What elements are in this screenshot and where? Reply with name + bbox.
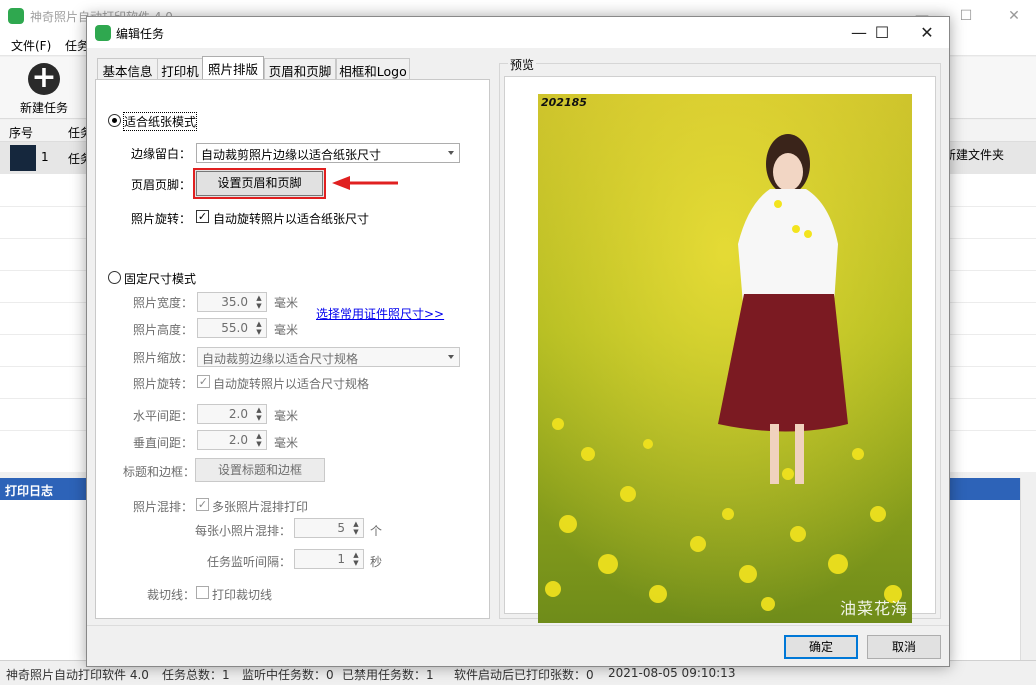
fit-paper-label[interactable]: 适合纸张模式 [122, 112, 198, 131]
preview-photo: 202185 油菜花海 [538, 94, 912, 623]
menu-file[interactable]: 文件(F) [11, 37, 51, 54]
interval-spinner[interactable]: 1 ▲ ▼ [294, 549, 364, 569]
fixed-rotate-label: 照片旋转： [133, 377, 194, 391]
column-header-index[interactable]: 序号 [9, 124, 33, 141]
dialog-footer-divider [87, 625, 949, 626]
chevron-down-icon [448, 355, 454, 359]
new-task-label: 新建任务 [19, 101, 68, 115]
photo-layout-panel: 适合纸张模式 边缘留白： 自动裁剪照片边缘以适合纸张尺寸 页眉页脚： 设置页眉和… [95, 79, 490, 619]
tab-printer[interactable]: 打印机 [157, 58, 203, 79]
status-monitoring: 监听中任务数：0 [242, 668, 334, 682]
status-total: 任务总数：1 [162, 668, 230, 682]
hspace-spinner[interactable]: 2.0 ▲ ▼ [197, 404, 267, 424]
status-app: 神奇照片自动打印软件 4.0 [6, 668, 149, 682]
close-icon[interactable]: ✕ [1004, 6, 1024, 26]
set-title-border-button[interactable]: 设置标题和边框 [195, 458, 325, 482]
tab-header-footer[interactable]: 页眉和页脚 [264, 58, 336, 79]
id-photo-size-link[interactable]: 选择常用证件照尺寸>> [316, 305, 444, 322]
interval-unit: 秒 [370, 555, 383, 569]
preview-legend: 预览 [508, 56, 537, 73]
height-spinner[interactable]: 55.0 ▲ ▼ [197, 318, 267, 338]
fit-rotate-label: 照片旋转： [131, 212, 192, 226]
fit-rotate-checkbox[interactable]: ✓ [196, 210, 209, 223]
title-border-label: 标题和边框： [123, 465, 196, 479]
margin-select[interactable]: 自动裁剪照片边缘以适合纸张尺寸 [196, 143, 460, 163]
fit-rotate-checkbox-label[interactable]: 自动旋转照片以适合纸张尺寸 [213, 210, 369, 227]
task-thumbnail [10, 145, 36, 171]
plus-circle-icon: + [28, 63, 60, 95]
ok-button[interactable]: 确定 [784, 635, 858, 659]
per-sheet-spinner[interactable]: 5 ▲ ▼ [294, 518, 364, 538]
mix-checkbox-label[interactable]: 多张照片混排打印 [212, 498, 308, 515]
vspace-spinner[interactable]: 2.0 ▲ ▼ [197, 430, 267, 450]
interval-label: 任务监听间隔： [207, 555, 292, 569]
per-sheet-unit: 个 [370, 524, 383, 538]
fixed-rotate-checkbox[interactable]: ✓ [197, 375, 210, 388]
status-disabled: 已禁用任务数：1 [342, 668, 434, 682]
dialog-close-icon[interactable]: ✕ [905, 20, 949, 46]
tab-photo-layout[interactable]: 照片排版 [202, 56, 264, 80]
tab-frame-logo[interactable]: 相框和Logo [336, 58, 410, 79]
scale-select[interactable]: 自动裁剪边缘以适合尺寸规格 [197, 347, 460, 367]
status-time: 2021-08-05 09:10:13 [608, 666, 736, 680]
fit-paper-radio[interactable] [108, 114, 121, 127]
height-unit: 毫米 [274, 323, 299, 337]
status-printed: 软件启动后已打印张数：0 [454, 668, 594, 682]
new-task-button[interactable]: + 新建任务 [12, 61, 76, 117]
chevron-down-icon [448, 151, 454, 155]
dialog-maximize-icon[interactable]: ☐ [860, 20, 904, 46]
margin-label: 边缘留白： [131, 147, 192, 161]
app-logo-icon [8, 8, 24, 24]
scale-label: 照片缩放： [133, 351, 194, 365]
edit-task-dialog: 编辑任务 — ☐ ✕ 基本信息 打印机 照片排版 页眉和页脚 相框和Logo 适… [86, 16, 950, 667]
header-footer-label: 页眉页脚： [131, 178, 192, 192]
vspace-unit: 毫米 [274, 436, 299, 450]
dialog-app-icon [95, 25, 111, 41]
maximize-icon[interactable]: ☐ [956, 6, 976, 26]
row-index: 1 [41, 150, 49, 164]
set-header-footer-button[interactable]: 设置页眉和页脚 [193, 168, 326, 199]
fixed-size-radio[interactable] [108, 271, 121, 284]
hspace-unit: 毫米 [274, 409, 299, 423]
cut-line-checkbox[interactable] [196, 586, 209, 599]
cancel-button[interactable]: 取消 [867, 635, 941, 659]
mix-checkbox[interactable]: ✓ [196, 498, 209, 511]
vspace-label: 垂直间距： [133, 436, 194, 450]
mix-label: 照片混排： [133, 500, 194, 514]
width-spinner[interactable]: 35.0 ▲ ▼ [197, 292, 267, 312]
dialog-title: 编辑任务 [116, 27, 165, 41]
width-label: 照片宽度： [133, 296, 194, 310]
preview-frame: 202185 油菜花海 [504, 76, 936, 623]
red-arrow-icon [332, 176, 398, 190]
cut-line-label: 裁切线： [147, 588, 196, 602]
dialog-titlebar: 编辑任务 — ☐ ✕ [87, 17, 949, 48]
photo-tag: 202185 [541, 96, 587, 109]
width-unit: 毫米 [274, 296, 299, 310]
photo-watermark: 油菜花海 [839, 599, 908, 618]
cut-line-checkbox-label[interactable]: 打印裁切线 [212, 586, 272, 603]
per-sheet-label: 每张小照片混排： [195, 524, 292, 538]
log-scrollbar[interactable] [1020, 478, 1036, 660]
fixed-size-label[interactable]: 固定尺寸模式 [124, 270, 196, 287]
preview-group: 预览 202185 油菜花海 [499, 56, 941, 623]
hspace-label: 水平间距： [133, 409, 194, 423]
rapeseed-field-photo [538, 94, 912, 623]
row-folder-text: 新建文件夹 [944, 148, 1005, 162]
height-label: 照片高度： [133, 323, 194, 337]
fixed-rotate-checkbox-label[interactable]: 自动旋转照片以适合尺寸规格 [213, 375, 369, 392]
tab-basic-info[interactable]: 基本信息 [97, 58, 158, 79]
